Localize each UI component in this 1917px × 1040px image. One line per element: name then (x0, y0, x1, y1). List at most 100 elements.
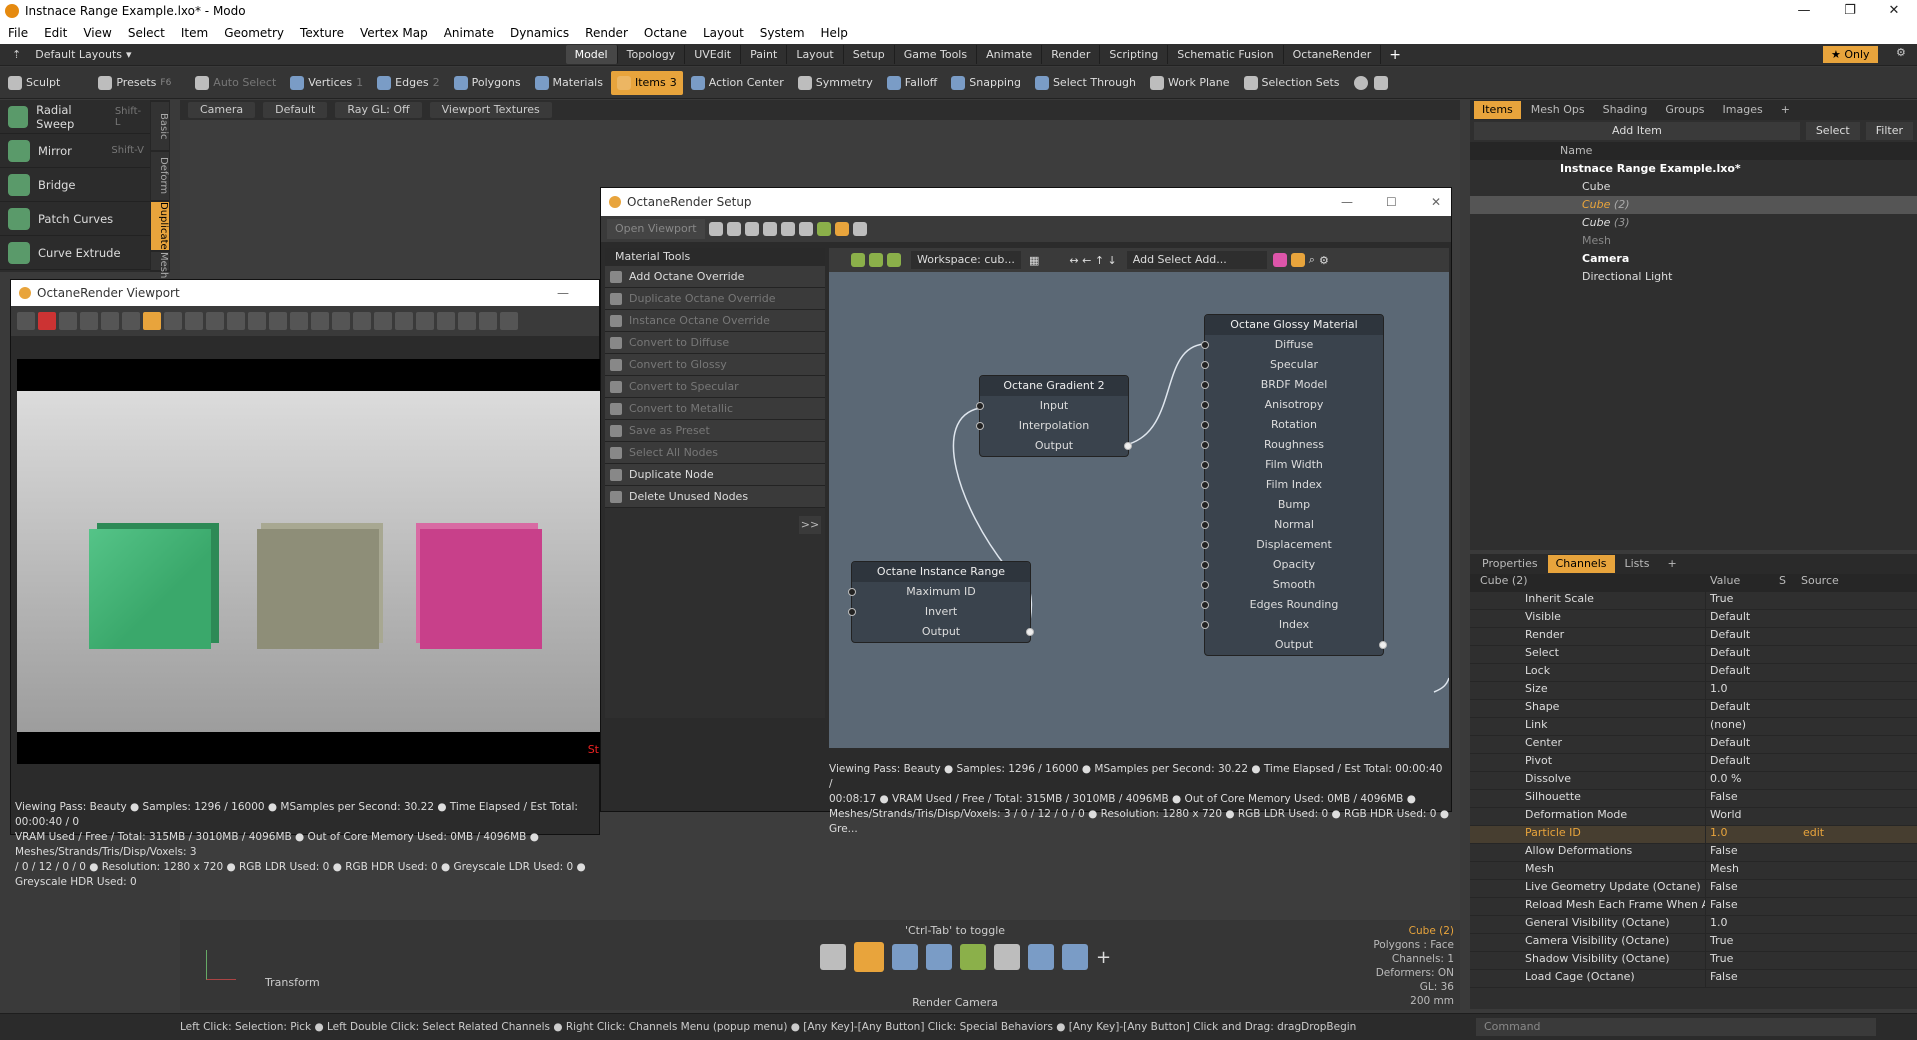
layers-icon[interactable] (374, 312, 392, 330)
channel-value[interactable]: False (1705, 790, 1775, 807)
channel-row[interactable]: Particle ID 1.0 edit (1470, 826, 1917, 844)
crop-icon[interactable] (227, 312, 245, 330)
channel-row[interactable]: Dissolve 0.0 % (1470, 772, 1917, 790)
tab-model[interactable]: Model (565, 45, 618, 64)
select-button[interactable]: Select (1805, 122, 1860, 140)
pin-icon[interactable] (848, 588, 856, 596)
menu-texture[interactable]: Texture (292, 22, 352, 44)
pin-icon[interactable] (1124, 442, 1132, 450)
channel-value[interactable]: False (1705, 844, 1775, 861)
port-anisotropy[interactable]: Anisotropy (1201, 395, 1383, 415)
channel-row[interactable]: Lock Default (1470, 664, 1917, 682)
port-edges-rounding[interactable]: Edges Rounding (1201, 595, 1383, 615)
tab-setup[interactable]: Setup (844, 45, 895, 64)
channel-row[interactable]: Shadow Visibility (Octane) True (1470, 952, 1917, 970)
unreal-icon[interactable] (1373, 75, 1388, 90)
camera-dropdown[interactable]: Camera (188, 102, 256, 118)
add-tab-icon[interactable]: + (1773, 101, 1798, 119)
pin-icon[interactable] (1201, 541, 1209, 549)
presets-button[interactable]: Presets F6 (92, 71, 177, 95)
menu-item[interactable]: Item (173, 22, 216, 44)
tab-octanerender[interactable]: OctaneRender (1284, 45, 1382, 64)
channel-value[interactable]: Mesh (1705, 862, 1775, 879)
menu-vertex-map[interactable]: Vertex Map (352, 22, 436, 44)
node-graph[interactable]: Workspace: cub... ▦ ↔ ← ↑ ↓ Add Select A… (829, 248, 1449, 748)
only-toggle[interactable]: ★ Only (1823, 46, 1878, 63)
expand-button[interactable]: >> (799, 516, 821, 534)
vtab-basic[interactable]: Basic (151, 102, 169, 150)
channel-row[interactable]: Pivot Default (1470, 754, 1917, 772)
port-output[interactable]: Output (852, 622, 1034, 642)
channel-value[interactable]: Default (1705, 700, 1775, 717)
tool-icon-4[interactable] (762, 222, 777, 236)
vtab-duplicate[interactable]: Duplicate (151, 202, 169, 250)
tab-properties[interactable]: Properties (1474, 555, 1546, 573)
channel-row[interactable]: Silhouette False (1470, 790, 1917, 808)
default-layouts-dropdown[interactable]: Default Layouts (35, 48, 122, 61)
tab-images[interactable]: Images (1715, 101, 1771, 119)
name-column-header[interactable]: Name (1470, 142, 1917, 160)
minimize-icon[interactable]: — (557, 286, 569, 300)
box-icon[interactable] (1028, 944, 1054, 970)
pin-icon[interactable] (1201, 481, 1209, 489)
channel-row[interactable]: Select Default (1470, 646, 1917, 664)
tab-render[interactable]: Render (1042, 45, 1101, 64)
tool-icon-2[interactable] (726, 222, 741, 236)
menu-select[interactable]: Select (120, 22, 173, 44)
pin-icon[interactable] (1201, 621, 1209, 629)
cube-add-icon[interactable] (892, 944, 918, 970)
channel-value[interactable]: 1.0 (1705, 916, 1775, 933)
pin-icon[interactable] (976, 402, 984, 410)
source-column-header[interactable]: Source (1795, 574, 1839, 591)
port-normal[interactable]: Normal (1201, 515, 1383, 535)
patch-curves-tool[interactable]: Patch Curves (0, 202, 150, 236)
x-icon[interactable] (248, 312, 266, 330)
red-icon[interactable] (185, 312, 203, 330)
port-interpolation[interactable]: Interpolation (976, 416, 1128, 436)
pin-icon[interactable] (1201, 501, 1209, 509)
help-icon[interactable] (852, 222, 867, 236)
channel-row[interactable]: Visible Default (1470, 610, 1917, 628)
menu-view[interactable]: View (75, 22, 119, 44)
material-tool-item[interactable]: Delete Unused Nodes (605, 486, 825, 508)
snapping-button[interactable]: Snapping (945, 71, 1027, 95)
pin-icon[interactable] (976, 422, 984, 430)
open-viewport-button[interactable]: Open Viewport (607, 219, 705, 239)
pin-icon[interactable] (1201, 401, 1209, 409)
pin-icon[interactable] (1201, 421, 1209, 429)
pin-icon[interactable] (1201, 381, 1209, 389)
channel-row[interactable]: Shape Default (1470, 700, 1917, 718)
tab-shading[interactable]: Shading (1595, 101, 1656, 119)
restart-icon[interactable] (80, 312, 98, 330)
material-tools-header[interactable]: Material Tools (605, 248, 825, 266)
tab-channels[interactable]: Channels (1547, 555, 1615, 573)
pin-icon[interactable] (1201, 581, 1209, 589)
sync-icon[interactable] (332, 312, 350, 330)
tab-mesh-ops[interactable]: Mesh Ops (1523, 101, 1593, 119)
channel-row[interactable]: Link (none) (1470, 718, 1917, 736)
list-item-camera[interactable]: Camera (1470, 250, 1917, 268)
console-icon[interactable] (798, 222, 813, 236)
port-output[interactable]: Output (980, 436, 1132, 456)
tab-game-tools[interactable]: Game Tools (895, 45, 978, 64)
channel-value[interactable]: False (1705, 898, 1775, 915)
port-displacement[interactable]: Displacement (1201, 535, 1383, 555)
falloff-button[interactable]: Falloff (881, 71, 943, 95)
symmetry-button[interactable]: Symmetry (792, 71, 879, 95)
channel-value[interactable]: Default (1705, 754, 1775, 771)
restore-icon[interactable]: ❐ (1827, 0, 1873, 22)
filter-button[interactable]: Filter (1865, 122, 1913, 140)
port-film-width[interactable]: Film Width (1201, 455, 1383, 475)
tab-topology[interactable]: Topology (618, 45, 686, 64)
pin-icon[interactable] (1201, 561, 1209, 569)
octane-logo-icon[interactable] (1353, 75, 1368, 90)
bridge-tool[interactable]: Bridge (0, 168, 150, 202)
gear-icon[interactable]: ⚙ (1896, 46, 1906, 59)
checker-icon[interactable] (458, 312, 476, 330)
channel-value[interactable]: Default (1705, 610, 1775, 627)
channel-value[interactable]: Default (1705, 628, 1775, 645)
log-icon[interactable] (816, 222, 831, 236)
move-tool-icon[interactable] (854, 942, 884, 972)
port-roughness[interactable]: Roughness (1201, 435, 1383, 455)
work-plane-button[interactable]: Work Plane (1144, 71, 1236, 95)
